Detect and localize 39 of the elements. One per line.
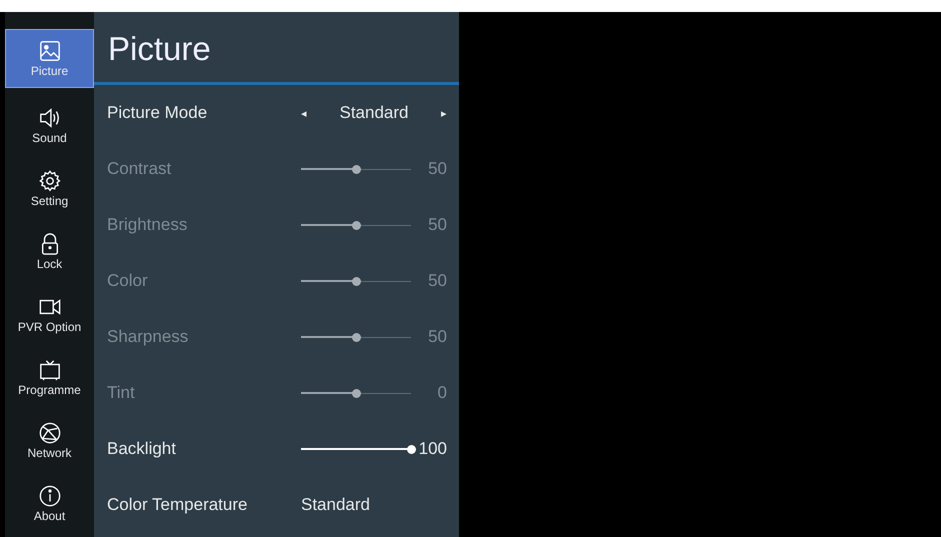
tv-icon — [38, 358, 60, 380]
slider-thumb[interactable] — [352, 220, 361, 230]
menu-item[interactable]: PVR Option — [5, 283, 94, 346]
menu-item[interactable]: Picture — [5, 29, 94, 88]
setting-label: Color — [107, 271, 149, 291]
setting-label: Color Temperature — [107, 495, 248, 515]
slider-value: 50 — [427, 271, 447, 291]
slider-thumb[interactable] — [407, 444, 416, 454]
picture-icon — [38, 40, 60, 62]
slider-thumb[interactable] — [352, 276, 361, 286]
panel-title: Picture — [107, 29, 212, 69]
setting-label: Picture Mode — [107, 103, 208, 123]
menu-item[interactable]: Programme — [5, 346, 94, 409]
info-icon — [38, 484, 60, 506]
setting-label: Contrast — [107, 159, 172, 179]
menu-item[interactable]: Lock — [5, 220, 94, 283]
setting-value[interactable]: Standard — [340, 103, 408, 123]
setting-label: Sharpness — [107, 327, 190, 347]
setting-label: Tint — [107, 383, 136, 403]
slider-value: 50 — [427, 159, 447, 179]
menu-item[interactable]: Network — [5, 409, 94, 472]
slider-thumb[interactable] — [352, 164, 361, 174]
slider-value: 50 — [427, 215, 447, 235]
settings-icon — [38, 170, 60, 192]
slider-value: 100 — [418, 439, 447, 459]
menu-item[interactable]: Setting — [5, 157, 94, 220]
speaker-icon — [38, 106, 60, 128]
slider-value: 50 — [427, 327, 447, 347]
setting-value[interactable]: Standard — [301, 495, 370, 515]
setting-label: Backlight — [107, 439, 177, 459]
right-arrow[interactable]: ▸ — [441, 106, 447, 120]
menu-item[interactable]: About — [5, 472, 94, 535]
slider-thumb[interactable] — [352, 388, 361, 398]
globe-icon — [38, 422, 60, 444]
menu-item[interactable]: Sound — [5, 94, 94, 157]
slider-thumb[interactable] — [352, 332, 361, 342]
left-arrow[interactable]: ◂ — [301, 106, 307, 120]
setting-label: Brightness — [107, 215, 188, 235]
slider-value: 0 — [436, 383, 447, 403]
